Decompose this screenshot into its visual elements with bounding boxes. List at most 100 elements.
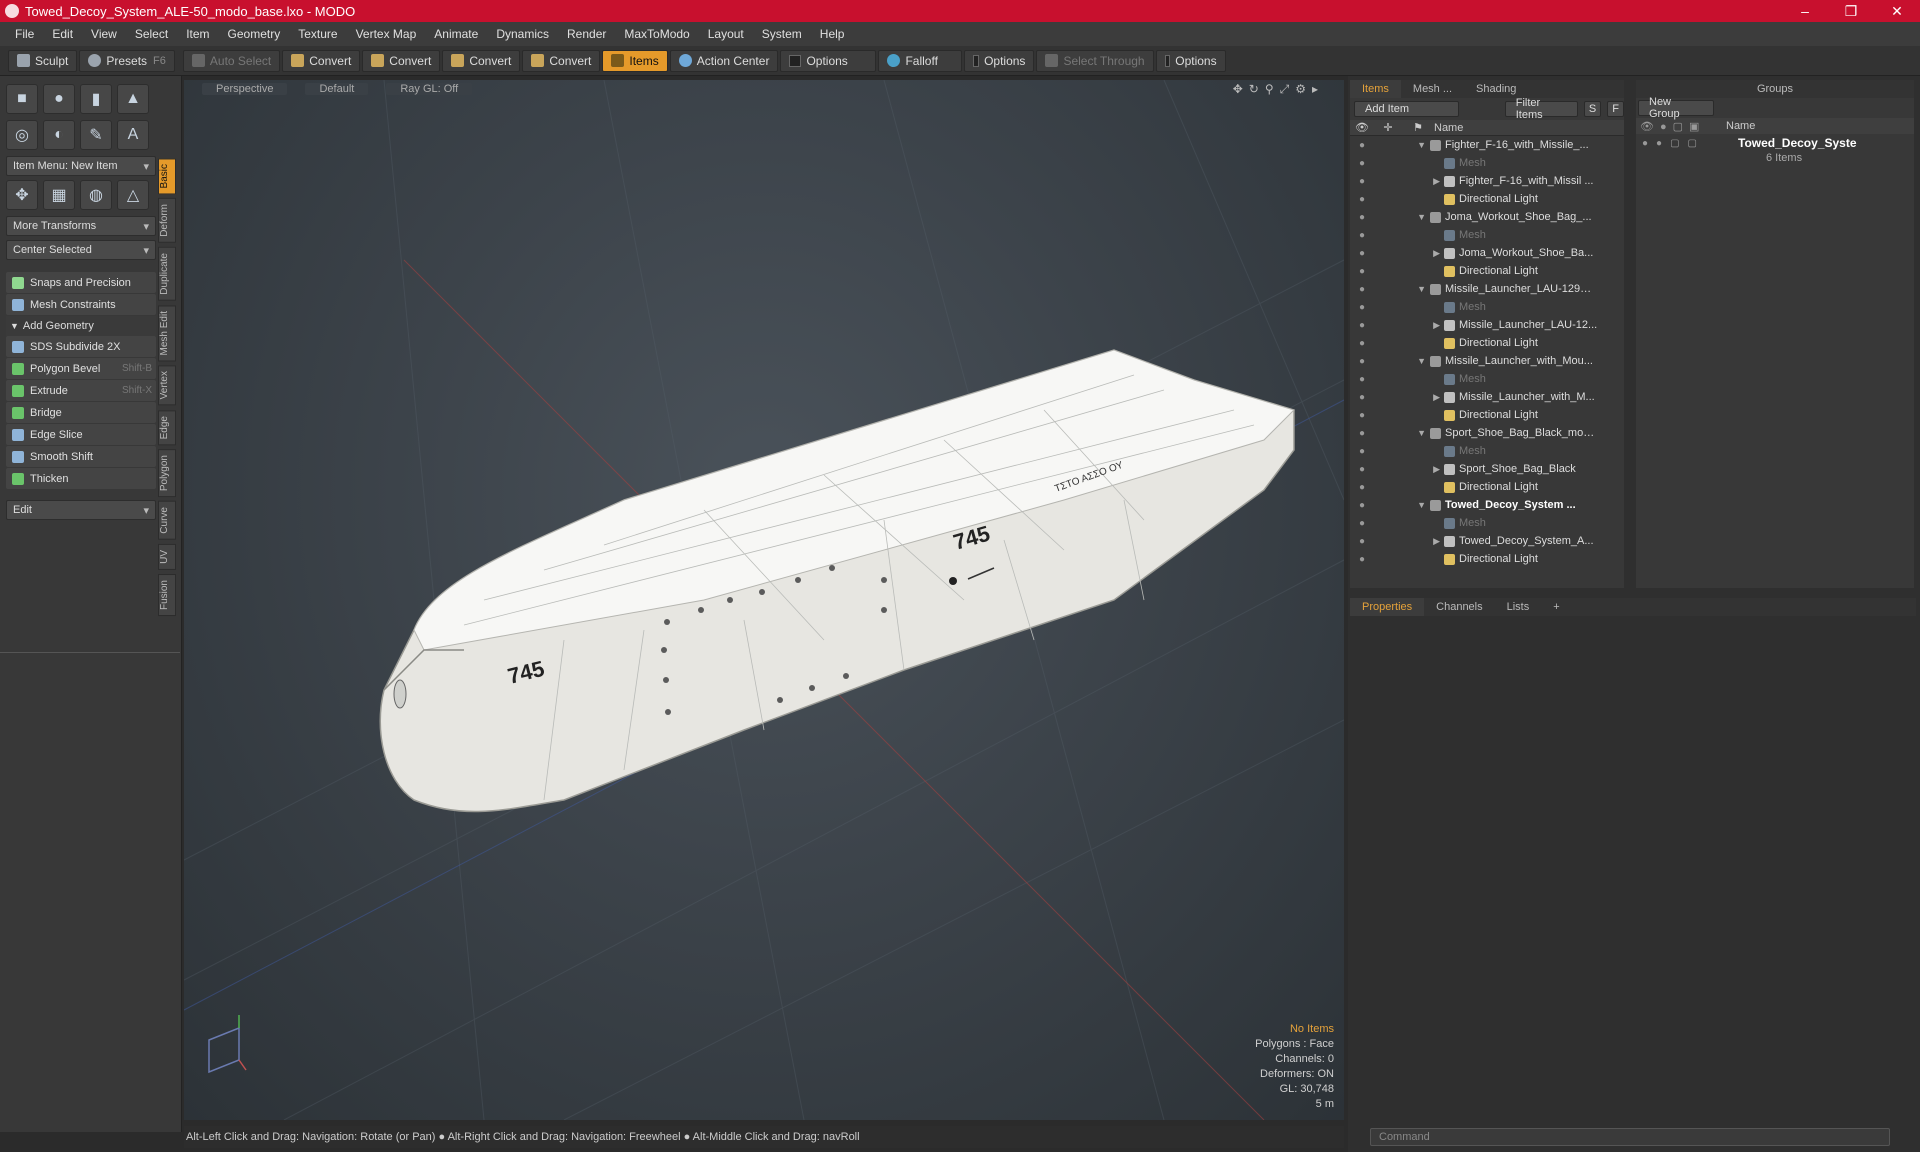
item-row[interactable]: ● Directional Light bbox=[1350, 478, 1624, 496]
cube-icon[interactable]: ■ bbox=[6, 84, 38, 114]
item-row[interactable]: ● ▶ Missile_Launcher_LAU-12... bbox=[1350, 316, 1624, 334]
sculpt-button[interactable]: Sculpt bbox=[8, 49, 78, 72]
menu-layout[interactable]: Layout bbox=[699, 27, 753, 41]
expand-arrow-icon[interactable]: ▶ bbox=[1374, 176, 1444, 187]
item-row[interactable]: ● ▼ Towed_Decoy_System ... bbox=[1350, 496, 1624, 514]
add-geometry-section[interactable]: ▼ Add Geometry bbox=[6, 316, 156, 336]
grid-icon[interactable]: ▦ bbox=[43, 180, 75, 210]
edit-dropdown[interactable]: Edit bbox=[6, 500, 156, 520]
visibility-eye-icon[interactable]: ● bbox=[1350, 320, 1374, 331]
collapse-arrow-icon[interactable]: ▼ bbox=[1374, 428, 1430, 438]
menu-maxtomodo[interactable]: MaxToModo bbox=[615, 27, 698, 41]
visibility-eye-icon[interactable]: ● bbox=[1350, 248, 1374, 259]
tab-items[interactable]: Items bbox=[1350, 80, 1401, 98]
menu-render[interactable]: Render bbox=[558, 27, 615, 41]
viewport-nav-icons[interactable]: ✥↻⚲⤢⚙▸ bbox=[1233, 82, 1324, 97]
group-name-column-header[interactable]: Name bbox=[1726, 120, 1755, 132]
item-row[interactable]: ● Directional Light bbox=[1350, 262, 1624, 280]
maximize-button[interactable]: ❐ bbox=[1828, 3, 1874, 20]
menu-select[interactable]: Select bbox=[126, 27, 177, 41]
visibility-eye-icon[interactable]: ● bbox=[1350, 464, 1374, 475]
mesh-constraints-button[interactable]: Mesh Constraints bbox=[6, 294, 156, 315]
menu-system[interactable]: System bbox=[753, 27, 811, 41]
view-perspective-button[interactable]: Perspective bbox=[202, 83, 288, 95]
auto-select-button[interactable]: Auto Select bbox=[182, 49, 281, 72]
command-input[interactable]: Command bbox=[1370, 1128, 1890, 1146]
group-row[interactable]: ●●▢▢ Towed_Decoy_Syste 6 Items bbox=[1636, 134, 1914, 170]
visibility-eye-icon[interactable]: ● bbox=[1350, 446, 1374, 457]
visibility-eye-icon[interactable]: ● bbox=[1350, 554, 1374, 565]
expand-arrow-icon[interactable]: ▶ bbox=[1374, 536, 1444, 547]
item-row[interactable]: ● ▼ Sport_Shoe_Bag_Black_mo ... bbox=[1350, 424, 1624, 442]
capsule-icon[interactable]: ◐ bbox=[43, 120, 75, 150]
visibility-eye-icon[interactable]: ● bbox=[1350, 140, 1374, 151]
options-checkbox[interactable] bbox=[789, 54, 802, 67]
tab-mesh-edit[interactable]: Mesh Edit bbox=[158, 304, 176, 362]
item-row[interactable]: ● Mesh bbox=[1350, 442, 1624, 460]
thicken-button[interactable]: Thicken bbox=[6, 468, 156, 489]
visibility-eye-icon[interactable]: ● bbox=[1350, 500, 1374, 511]
item-row[interactable]: ● Mesh bbox=[1350, 514, 1624, 532]
item-row[interactable]: ● Directional Light bbox=[1350, 550, 1624, 568]
item-row[interactable]: ● Mesh bbox=[1350, 154, 1624, 172]
visibility-eye-icon[interactable]: ● bbox=[1350, 284, 1374, 295]
tab-uv[interactable]: UV bbox=[158, 543, 176, 570]
collapse-arrow-icon[interactable]: ▼ bbox=[1374, 284, 1430, 294]
menu-file[interactable]: File bbox=[6, 27, 43, 41]
center-selected-dropdown[interactable]: Center Selected bbox=[6, 240, 156, 260]
visibility-eye-icon[interactable]: ● bbox=[1350, 194, 1374, 205]
s-toggle-button[interactable]: S bbox=[1583, 101, 1602, 117]
smooth-shift-button[interactable]: Smooth Shift bbox=[6, 446, 156, 467]
group-row-toggles[interactable]: ●●▢▢ bbox=[1642, 138, 1705, 149]
tab-basic[interactable]: Basic bbox=[158, 158, 176, 195]
pen-icon[interactable]: ✎ bbox=[80, 120, 112, 150]
visibility-eye-icon[interactable]: ● bbox=[1350, 410, 1374, 421]
close-button[interactable]: ✕ bbox=[1874, 3, 1920, 20]
item-row[interactable]: ● ▼ Fighter_F-16_with_Missile_... bbox=[1350, 136, 1624, 154]
visibility-eye-icon[interactable]: ● bbox=[1350, 212, 1374, 223]
item-row[interactable]: ● ▶ Fighter_F-16_with_Missil ... bbox=[1350, 172, 1624, 190]
select-through-button[interactable]: Select Through bbox=[1036, 49, 1154, 72]
visibility-eye-icon[interactable]: ● bbox=[1350, 392, 1374, 403]
tab-channels[interactable]: Channels bbox=[1424, 598, 1494, 616]
presets-button[interactable]: Presets F6 bbox=[79, 49, 175, 72]
menu-help[interactable]: Help bbox=[811, 27, 854, 41]
tab-mesh[interactable]: Mesh ... bbox=[1401, 80, 1464, 98]
add-item-button[interactable]: Add Item bbox=[1354, 101, 1459, 117]
f-toggle-button[interactable]: F bbox=[1607, 101, 1624, 117]
tab-vertex[interactable]: Vertex bbox=[158, 365, 176, 406]
minimize-button[interactable]: – bbox=[1782, 3, 1828, 19]
bridge-button[interactable]: Bridge bbox=[6, 402, 156, 423]
menu-item[interactable]: Item bbox=[177, 27, 218, 41]
item-row[interactable]: ● Mesh bbox=[1350, 298, 1624, 316]
item-row[interactable]: ● ▼ Joma_Workout_Shoe_Bag_... bbox=[1350, 208, 1624, 226]
expand-arrow-icon[interactable]: ▶ bbox=[1374, 320, 1444, 331]
item-row[interactable]: ● Directional Light bbox=[1350, 190, 1624, 208]
visibility-eye-icon[interactable]: ● bbox=[1350, 266, 1374, 277]
item-row[interactable]: ● ▶ Missile_Launcher_with_M... bbox=[1350, 388, 1624, 406]
name-column-header[interactable]: Name bbox=[1434, 122, 1463, 134]
visibility-eye-icon[interactable]: ● bbox=[1350, 536, 1374, 547]
cone-icon[interactable]: ▲ bbox=[117, 84, 149, 114]
raygl-button[interactable]: Ray GL: Off bbox=[386, 83, 473, 95]
visibility-eye-icon[interactable]: ● bbox=[1350, 176, 1374, 187]
item-row[interactable]: ● Directional Light bbox=[1350, 406, 1624, 424]
item-menu-dropdown[interactable]: Item Menu: New Item bbox=[6, 156, 156, 176]
extrude-button[interactable]: Extrude Shift-X bbox=[6, 380, 156, 401]
menu-vertex-map[interactable]: Vertex Map bbox=[347, 27, 426, 41]
more-transforms-dropdown[interactable]: More Transforms bbox=[6, 216, 156, 236]
menu-edit[interactable]: Edit bbox=[43, 27, 82, 41]
snaps-precision-button[interactable]: Snaps and Precision bbox=[6, 272, 156, 293]
visibility-eye-icon[interactable]: ● bbox=[1350, 230, 1374, 241]
sphere-icon[interactable]: ● bbox=[43, 84, 75, 114]
transform-icon[interactable]: ✥ bbox=[6, 180, 38, 210]
visibility-eye-icon[interactable]: ● bbox=[1350, 338, 1374, 349]
convert-edges-button[interactable]: Convert bbox=[362, 49, 441, 72]
falloff-options-button[interactable]: Options bbox=[964, 49, 1035, 72]
visibility-eye-icon[interactable]: ● bbox=[1350, 482, 1374, 493]
item-row[interactable]: ● ▶ Towed_Decoy_System_A... bbox=[1350, 532, 1624, 550]
falloff-button[interactable]: Falloff bbox=[878, 49, 963, 72]
tab-edge[interactable]: Edge bbox=[158, 409, 176, 446]
options-checkbox[interactable] bbox=[973, 54, 980, 67]
collapse-arrow-icon[interactable]: ▼ bbox=[1374, 140, 1430, 150]
